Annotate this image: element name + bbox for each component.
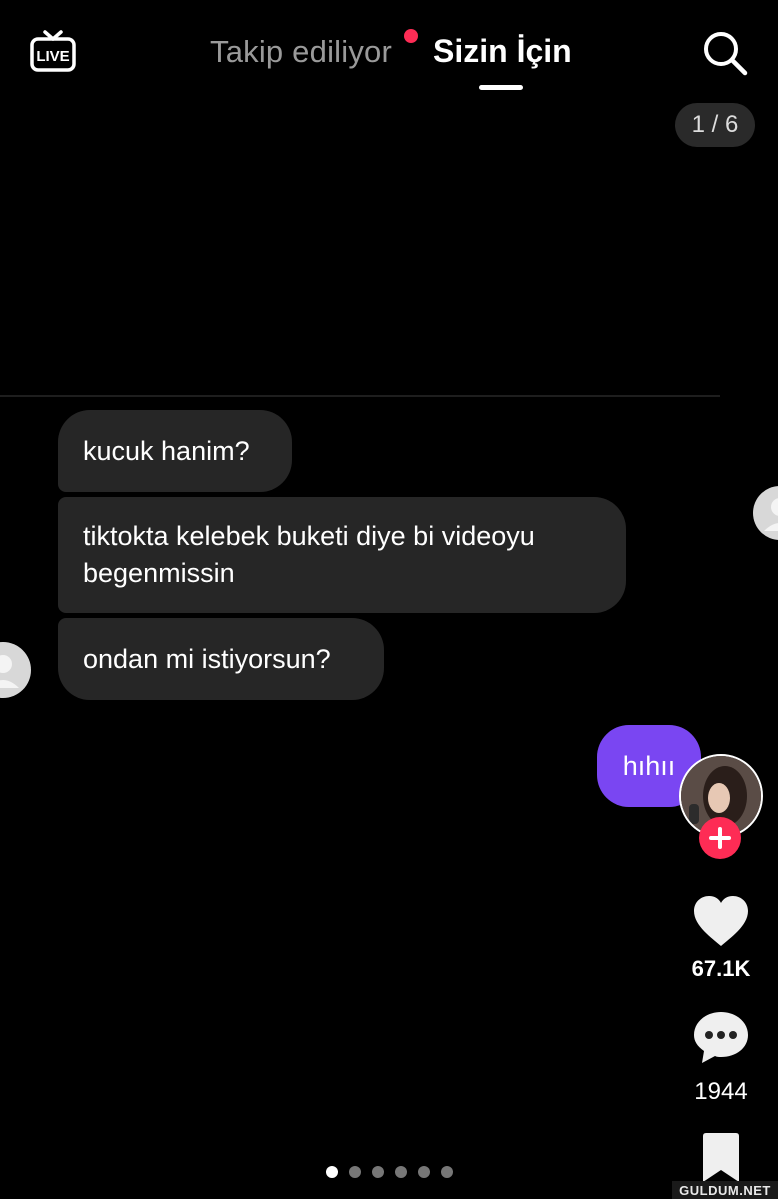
like-button[interactable] <box>692 894 750 948</box>
like-count: 67.1K <box>691 956 751 981</box>
notification-dot <box>404 29 418 43</box>
divider <box>0 395 720 397</box>
message-text: hıhıı <box>622 750 676 781</box>
message-bubble: kucuk hanim? <box>58 410 292 492</box>
carousel-dot[interactable] <box>418 1166 430 1178</box>
watermark: GULDUM.NET <box>672 1181 778 1199</box>
live-icon: LIVE <box>30 30 76 72</box>
live-button[interactable]: LIVE <box>28 28 78 74</box>
heart-icon <box>694 896 748 946</box>
svg-text:LIVE: LIVE <box>36 48 69 65</box>
tab-following[interactable]: Takip ediliyor <box>210 34 392 70</box>
avatar <box>0 641 32 699</box>
message-bubble: tiktokta kelebek buketi diye bi videoyu … <box>58 497 626 613</box>
photo-page-counter: 1 / 6 <box>675 103 755 147</box>
search-icon <box>704 32 748 76</box>
carousel-dot[interactable] <box>372 1166 384 1178</box>
comment-button[interactable] <box>692 1010 750 1064</box>
carousel-dot[interactable] <box>349 1166 361 1178</box>
follow-plus-button[interactable] <box>699 817 741 859</box>
carousel-dot[interactable] <box>395 1166 407 1178</box>
search-button[interactable] <box>700 28 750 78</box>
bookmark-button[interactable] <box>698 1132 744 1182</box>
tab-for-you[interactable]: Sizin İçin <box>433 33 572 70</box>
plus-icon <box>709 827 731 849</box>
active-tab-indicator <box>479 85 523 90</box>
message-bubble: ondan mi istiyorsun? <box>58 618 384 700</box>
message-text: tiktokta kelebek buketi diye bi videoyu … <box>83 521 535 588</box>
message-text: ondan mi istiyorsun? <box>83 643 331 674</box>
message-text: kucuk hanim? <box>83 435 250 466</box>
carousel-dot[interactable] <box>326 1166 338 1178</box>
comment-count: 1944 <box>694 1078 748 1105</box>
comment-icon <box>694 1012 748 1063</box>
bookmark-icon <box>703 1133 739 1182</box>
carousel-dot[interactable] <box>441 1166 453 1178</box>
avatar <box>752 485 778 541</box>
carousel-dots <box>326 1166 453 1178</box>
